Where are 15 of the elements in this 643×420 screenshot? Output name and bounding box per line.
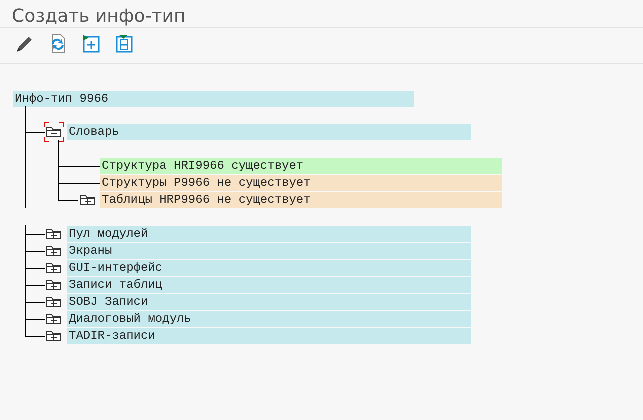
- tree-node[interactable]: Инфо-тип 9966: [13, 91, 414, 107]
- window-title: Создать инфо-тип: [0, 0, 643, 28]
- tree-node[interactable]: Экраны: [67, 243, 471, 259]
- tree-node[interactable]: Таблицы HRP9966 не существует: [100, 192, 502, 208]
- tree-node[interactable]: GUI-интерфейс: [67, 260, 471, 276]
- tree-node[interactable]: TADIR-записи: [67, 328, 471, 344]
- tree-node[interactable]: Структуры P9966 не существует: [100, 175, 502, 191]
- open-folder-icon[interactable]: [45, 124, 63, 140]
- tree-node[interactable]: Диалоговый модуль: [67, 311, 471, 327]
- tree-node[interactable]: Структура HRI9966 существует: [100, 158, 502, 174]
- tree-node[interactable]: Пул модулей: [67, 226, 471, 242]
- tree-node[interactable]: Словарь: [67, 124, 471, 140]
- expand-button[interactable]: [80, 33, 102, 55]
- tree-node[interactable]: SOBJ Записи: [67, 294, 471, 310]
- tree-node[interactable]: Записи таблиц: [67, 277, 471, 293]
